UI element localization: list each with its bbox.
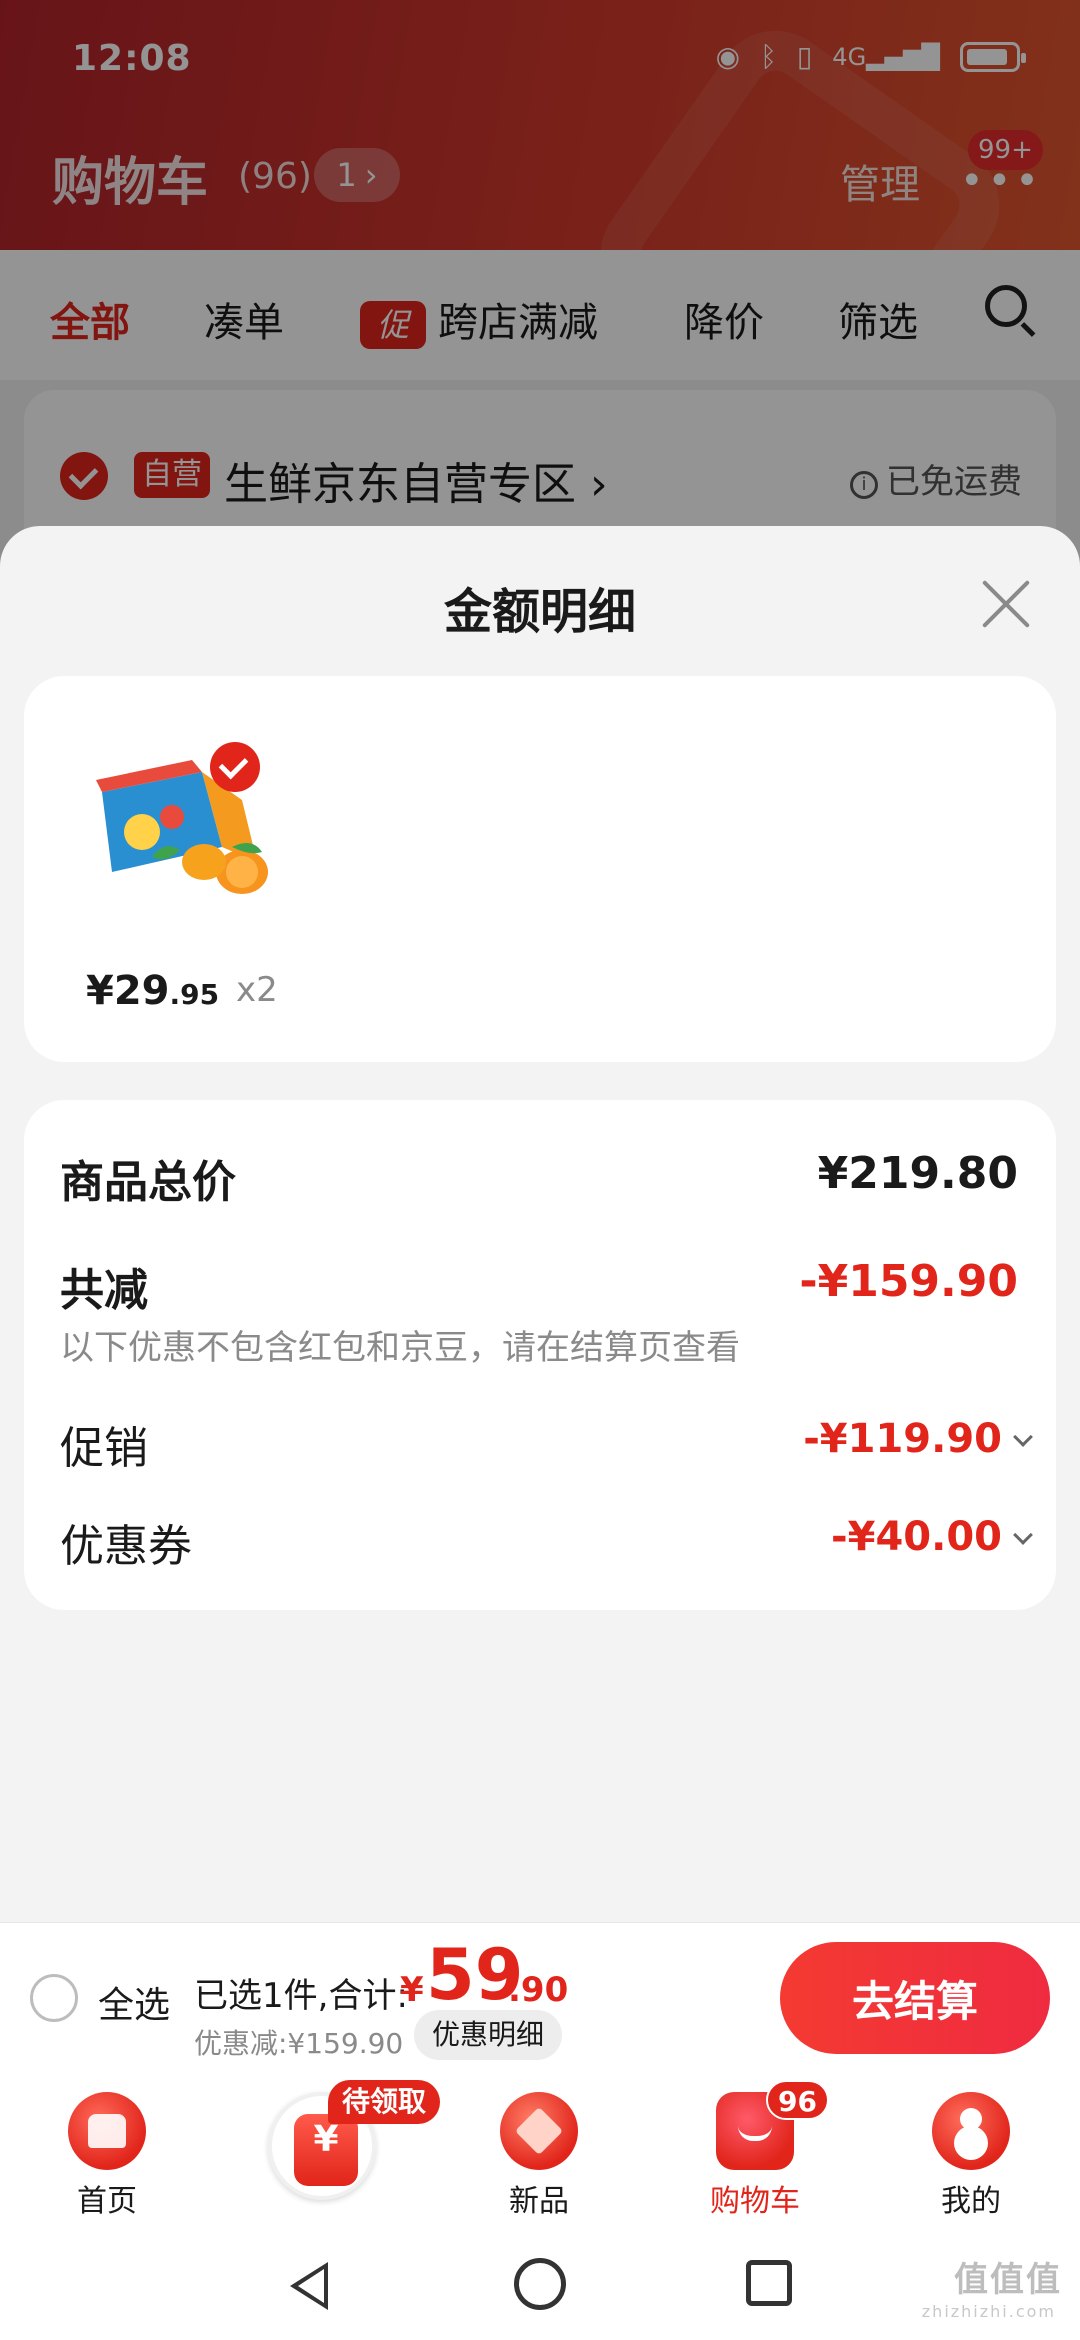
coupon-value[interactable]: -¥40.00 <box>831 1514 1002 1560</box>
back-icon[interactable] <box>290 2262 328 2310</box>
tab-me[interactable]: 我的 <box>896 2092 1046 2220</box>
tab-home-label: 首页 <box>77 2184 137 2219</box>
tab-new-label: 新品 <box>509 2184 569 2219</box>
selected-summary: 已选1件,合计: <box>194 1976 408 2016</box>
cart-badge: 96 <box>766 2080 829 2120</box>
reduce-value: -¥159.90 <box>799 1256 1018 1307</box>
coupon-label[interactable]: 优惠券 <box>60 1510 192 1574</box>
sheet-title: 金额明细 <box>443 584 636 640</box>
discount-detail-button[interactable]: 优惠明细 <box>414 2010 563 2060</box>
promotion-value[interactable]: -¥119.90 <box>803 1416 1002 1462</box>
discount-summary: 优惠减:¥159.90 <box>194 2027 404 2060</box>
profile-icon <box>932 2092 1010 2170</box>
select-all-label[interactable]: 全选 <box>98 1976 170 2028</box>
product-checkbox-icon[interactable] <box>210 742 260 792</box>
new-products-icon <box>500 2092 578 2170</box>
home-icon <box>68 2092 146 2170</box>
coupon-badge: 待领取 <box>328 2080 441 2124</box>
total-amount-dec: .90 <box>508 1970 569 2010</box>
discount-note: 以下优惠不包含红包和京豆，请在结算页查看 <box>60 1328 740 1368</box>
total-currency: ¥ <box>400 1970 424 2010</box>
product-price-dec: .95 <box>169 978 220 1011</box>
watermark: 值值值 <box>954 2260 1062 2300</box>
product-quantity: x2 <box>236 970 278 1010</box>
select-all-checkbox[interactable] <box>30 1974 78 2022</box>
watermark-url: zhizhizhi.com <box>921 2302 1056 2321</box>
reduce-label: 共减 <box>60 1265 148 1316</box>
home-circle-icon[interactable] <box>514 2258 566 2310</box>
product-price-int: ¥29 <box>86 968 170 1014</box>
checkout-button[interactable]: 去结算 <box>780 1942 1050 2054</box>
tab-cart-label: 购物车 <box>710 2184 800 2219</box>
goods-total-label: 商品总价 <box>60 1157 236 1208</box>
red-envelope-icon: ¥ <box>294 2114 358 2186</box>
recent-apps-icon[interactable] <box>746 2260 792 2306</box>
close-icon[interactable] <box>980 578 1032 630</box>
tab-home[interactable]: 首页 <box>32 2092 182 2220</box>
tab-new[interactable]: 新品 <box>464 2092 614 2220</box>
promotion-label[interactable]: 促销 <box>60 1412 148 1476</box>
tab-me-label: 我的 <box>941 2184 1001 2219</box>
goods-total-value: ¥219.80 <box>817 1148 1018 1199</box>
product-price: ¥29.95 <box>86 968 219 1014</box>
